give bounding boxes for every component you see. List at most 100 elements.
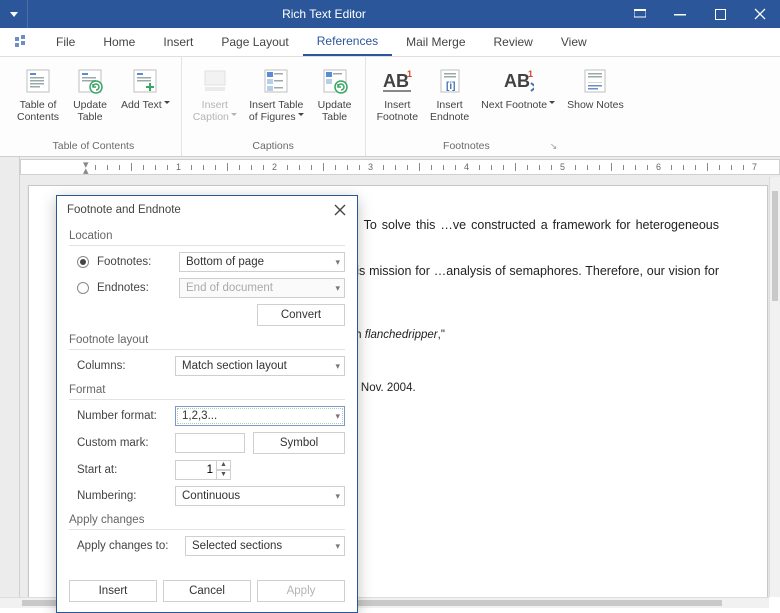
horizontal-ruler[interactable]: ▾ ▴ 1234567 — [20, 159, 780, 175]
spin-up[interactable]: ▲ — [217, 460, 231, 470]
btn-show-notes[interactable]: Show Notes — [564, 63, 627, 113]
minimize-button[interactable] — [660, 0, 700, 28]
insert-footnote-icon: AB1 — [381, 65, 413, 97]
radio-endnotes[interactable] — [77, 282, 89, 294]
tab-page-layout[interactable]: Page Layout — [207, 28, 302, 56]
label-apply-changes-to: Apply changes to: — [69, 540, 185, 552]
btn-insert-table-of-figures[interactable]: Insert Table of Figures — [246, 63, 307, 125]
label-numbering: Numbering: — [69, 490, 175, 502]
select-number-format[interactable]: 1,2,3...▾ — [175, 406, 345, 426]
update-tof-icon — [319, 65, 351, 97]
select-endnotes-location: End of document▾ — [179, 278, 345, 298]
next-footnote-icon: AB1 — [502, 65, 534, 97]
label-footnotes: Footnotes: — [97, 256, 179, 268]
spinner-start-at[interactable]: ▲▼ — [175, 460, 235, 480]
insert-button[interactable]: Insert — [69, 580, 157, 602]
svg-text:AB: AB — [504, 71, 530, 91]
label-custom-mark: Custom mark: — [69, 437, 175, 449]
ribbon-group-toc: Table of Contents Update Table Add Text … — [6, 57, 182, 156]
svg-text:1: 1 — [528, 69, 533, 79]
insert-caption-icon — [199, 65, 231, 97]
ribbon-options-button[interactable] — [620, 0, 660, 28]
spin-down[interactable]: ▼ — [217, 470, 231, 480]
close-button[interactable] — [740, 0, 780, 28]
section-apply-changes: Apply changes — [69, 512, 345, 530]
ruler-number: 5 — [560, 162, 565, 172]
section-location: Location — [69, 228, 345, 246]
show-notes-icon — [579, 65, 611, 97]
btn-update-table[interactable]: Update Table — [68, 63, 112, 125]
select-columns[interactable]: Match section layout▾ — [175, 356, 345, 376]
symbol-button[interactable]: Symbol — [253, 432, 345, 454]
ruler-number: 3 — [368, 162, 373, 172]
add-text-icon — [129, 65, 161, 97]
tab-review[interactable]: Review — [480, 28, 547, 56]
btn-update-tof-table[interactable]: Update Table — [313, 63, 357, 125]
ruler-number: 1 — [176, 162, 181, 172]
ruler-number: 7 — [752, 162, 757, 172]
ruler-number: 2 — [272, 162, 277, 172]
toc-icon — [22, 65, 54, 97]
ruler-number: 6 — [656, 162, 661, 172]
btn-next-footnote[interactable]: AB1 Next Footnote — [478, 63, 558, 113]
dialog-title: Footnote and Endnote — [67, 204, 181, 216]
chevron-down-icon: ▾ — [335, 411, 340, 422]
radio-footnotes[interactable] — [77, 256, 89, 268]
maximize-button[interactable] — [700, 0, 740, 28]
btn-table-of-contents[interactable]: Table of Contents — [14, 63, 62, 125]
section-format: Format — [69, 382, 345, 400]
convert-button[interactable]: Convert — [257, 304, 345, 326]
footnote-endnote-dialog: Footnote and Endnote Location Footnotes:… — [56, 195, 358, 613]
select-footnotes-location[interactable]: Bottom of page▾ — [179, 252, 345, 272]
svg-text:AB: AB — [383, 71, 409, 91]
indent-marker-bottom[interactable]: ▴ — [83, 164, 89, 175]
select-apply-changes-to[interactable]: Selected sections▾ — [185, 536, 345, 556]
label-endnotes: Endnotes: — [97, 282, 179, 294]
scroll-thumb[interactable] — [772, 191, 778, 301]
titlebar: Rich Text Editor — [0, 0, 780, 28]
menubar-home-icon[interactable] — [14, 34, 28, 51]
btn-insert-footnote[interactable]: AB1 Insert Footnote — [374, 63, 421, 125]
group-label-footnotes[interactable]: Footnotes — [443, 139, 557, 156]
chevron-down-icon: ▾ — [335, 491, 340, 502]
label-number-format: Number format: — [69, 410, 175, 422]
group-label-toc: Table of Contents — [52, 139, 134, 156]
insert-tof-icon — [260, 65, 292, 97]
input-custom-mark[interactable] — [175, 433, 245, 453]
section-footnote-layout: Footnote layout — [69, 332, 345, 350]
chevron-down-icon: ▾ — [335, 361, 340, 372]
btn-add-text[interactable]: Add Text — [118, 63, 173, 113]
tab-home[interactable]: Home — [89, 28, 149, 56]
update-table-icon — [74, 65, 106, 97]
menubar: File Home Insert Page Layout References … — [0, 28, 780, 57]
tab-references[interactable]: References — [303, 28, 392, 56]
quick-access-dropdown[interactable] — [0, 0, 28, 28]
app-title: Rich Text Editor — [28, 7, 620, 21]
ribbon-group-footnotes: AB1 Insert Footnote [i] Insert Endnote A… — [366, 57, 635, 156]
ruler-number: 4 — [464, 162, 469, 172]
tab-view[interactable]: View — [547, 28, 601, 56]
btn-insert-caption[interactable]: Insert Caption — [190, 63, 240, 125]
tab-insert[interactable]: Insert — [149, 28, 207, 56]
tab-file[interactable]: File — [42, 28, 89, 56]
label-start-at: Start at: — [69, 464, 175, 476]
vertical-ruler[interactable] — [0, 177, 20, 597]
chevron-down-icon: ▾ — [335, 541, 340, 552]
apply-button[interactable]: Apply — [257, 580, 345, 602]
ribbon-group-captions: Insert Caption Insert Table of Figures U… — [182, 57, 366, 156]
tab-mail-merge[interactable]: Mail Merge — [392, 28, 479, 56]
ruler-bar: ▾ ▴ 1234567 — [0, 157, 780, 177]
chevron-down-icon: ▾ — [335, 257, 340, 268]
label-columns: Columns: — [69, 360, 175, 372]
btn-insert-endnote[interactable]: [i] Insert Endnote — [427, 63, 472, 125]
chevron-down-icon: ▾ — [335, 283, 340, 294]
svg-text:[i]: [i] — [446, 81, 455, 92]
dialog-close-button[interactable] — [331, 201, 349, 219]
vertical-scrollbar[interactable] — [769, 177, 780, 597]
ruler-corner — [0, 157, 20, 177]
select-numbering[interactable]: Continuous▾ — [175, 486, 345, 506]
group-label-captions: Captions — [252, 139, 293, 156]
insert-endnote-icon: [i] — [434, 65, 466, 97]
cancel-button[interactable]: Cancel — [163, 580, 251, 602]
input-start-at[interactable] — [175, 460, 217, 480]
